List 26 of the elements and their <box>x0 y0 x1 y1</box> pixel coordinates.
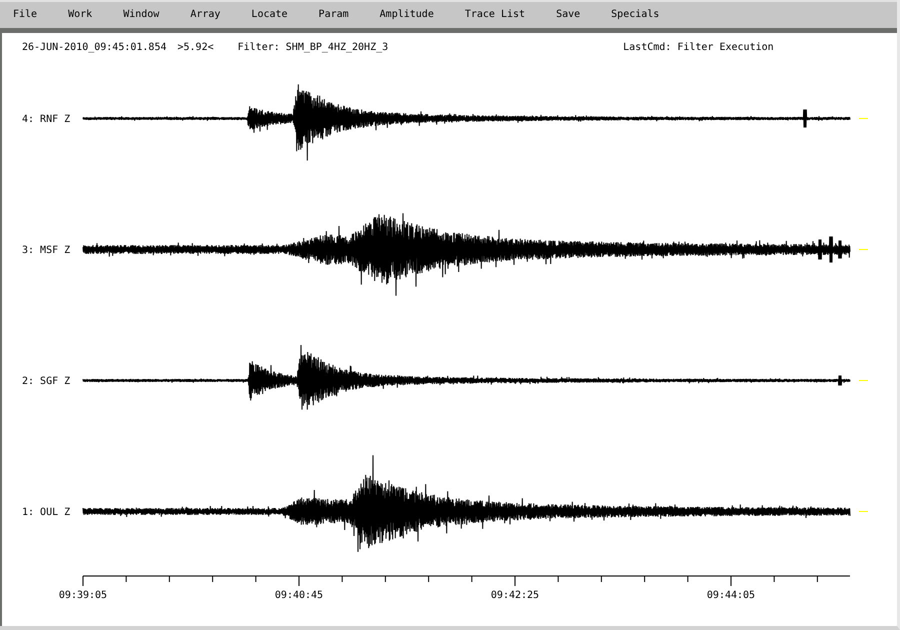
time-label: 09:44:05 <box>706 590 756 601</box>
menu-item[interactable]: Specials <box>598 2 672 28</box>
menu-item[interactable]: Array <box>177 2 234 28</box>
menu-item[interactable]: Save <box>543 2 594 28</box>
time-label: 09:42:25 <box>490 590 540 601</box>
menu-item[interactable]: Locate <box>238 2 301 28</box>
trace-label: 2: SGF Z <box>22 376 70 387</box>
menu-item[interactable]: Amplitude <box>366 2 447 28</box>
marker-icon <box>859 511 868 512</box>
trace-label: 3: MSF Z <box>22 245 70 256</box>
trace-label: 4: RNF Z <box>22 114 70 125</box>
trace-label: 1: OUL Z <box>22 507 70 518</box>
menu-item[interactable]: Trace List <box>452 2 538 28</box>
menu-item[interactable]: Window <box>110 2 172 28</box>
filter-label: Filter: SHM_BP_4HZ_20HZ_3 <box>238 41 388 55</box>
time-label: 09:40:45 <box>274 590 324 601</box>
marker-icon <box>859 118 868 119</box>
marker-icon <box>859 380 868 381</box>
last-command: LastCmd: Filter Execution <box>623 41 774 55</box>
timestamp: 26-JUN-2010_09:45:01.854 <box>22 41 166 55</box>
menu-item[interactable]: Param <box>306 2 362 28</box>
time-label: 09:39:05 <box>58 590 108 601</box>
marker-icon <box>859 249 868 250</box>
menu-item[interactable]: File <box>0 2 50 28</box>
amplitude-reading: >5.92< <box>178 41 214 55</box>
menu-item[interactable]: Work <box>55 2 106 28</box>
